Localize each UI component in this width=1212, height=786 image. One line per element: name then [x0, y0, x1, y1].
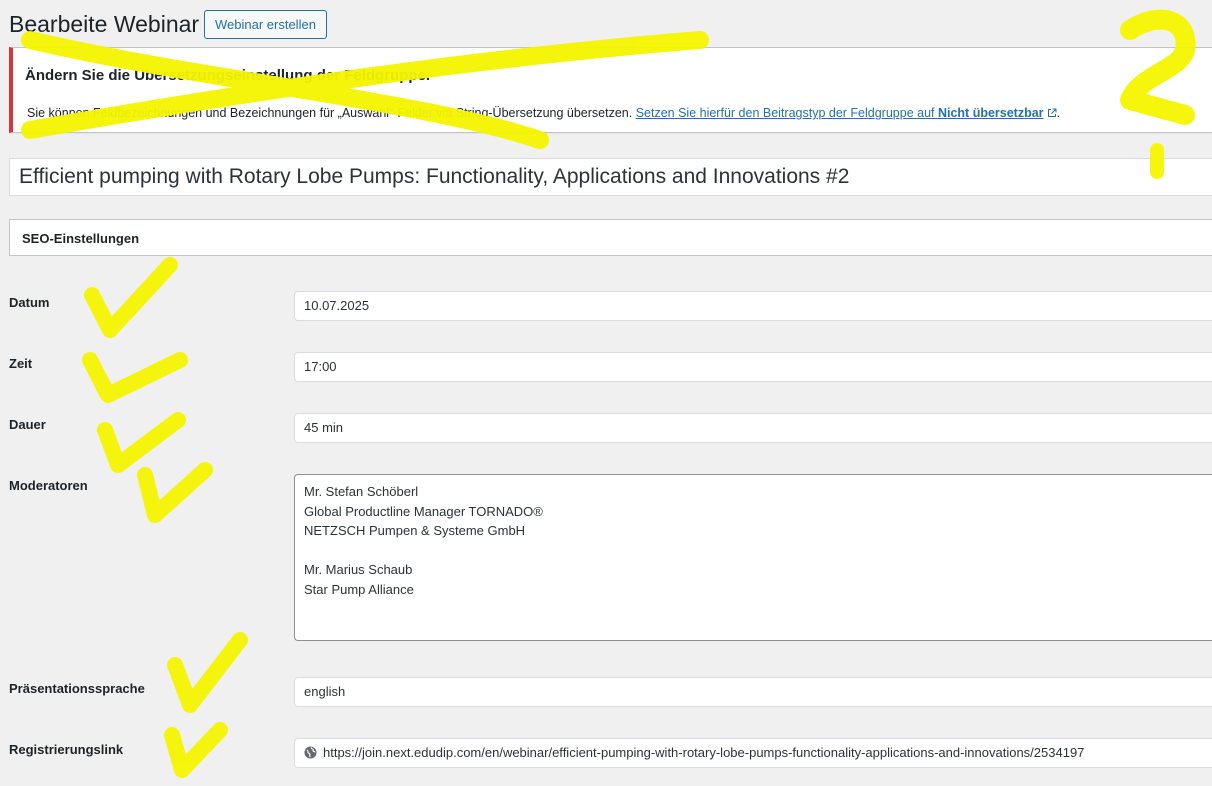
check-mark [137, 462, 213, 523]
notice-text: Sie können Feldbezeichnungen und Bezeich… [27, 106, 1060, 120]
registrierung-value: https://join.next.edudip.com/en/webinar/… [323, 745, 1085, 760]
dauer-label: Dauer [9, 417, 46, 432]
notice-link-bold: Nicht übersetzbar [937, 106, 1044, 120]
datum-input[interactable]: 10.07.2025 [294, 291, 1212, 321]
registrierung-input[interactable]: https://join.next.edudip.com/en/webinar/… [294, 738, 1212, 768]
zeit-label: Zeit [9, 356, 33, 371]
globe-icon [304, 746, 317, 759]
add-webinar-button[interactable]: Webinar erstellen [204, 10, 327, 39]
registrierung-label: Registrierungslink [9, 742, 124, 757]
moderator-line: Star Pump Alliance [304, 581, 414, 597]
notice-end: . [1056, 106, 1061, 120]
moderator-line: Global Productline Manager TORNADO® [304, 503, 543, 519]
notice-body: Sie können Feldbezeichnungen und Bezeich… [27, 106, 636, 120]
sprache-input[interactable]: english [294, 677, 1212, 707]
check-mark [82, 352, 188, 403]
check-mark [167, 632, 248, 713]
zeit-input[interactable]: 17:00 [294, 352, 1212, 382]
seo-settings-box[interactable]: SEO-Einstellungen [9, 219, 1212, 256]
translation-notice: Ändern Sie die Übersetzungseinstellung d… [9, 47, 1212, 133]
notice-link-text: Setzen Sie hierfür den Beitragstyp der F… [635, 106, 938, 120]
moderatoren-textarea[interactable]: Mr. Stefan Schöberl Global Productline M… [294, 474, 1212, 641]
moderator-line [304, 541, 1203, 561]
moderator-line: Mr. Marius Schaub [304, 562, 413, 577]
notice-title: Ändern Sie die Übersetzungseinstellung d… [25, 67, 431, 84]
check-mark [84, 257, 178, 338]
moderator-line: NETZSCH Pumpen & Systeme GmbH [304, 523, 526, 538]
post-title-input[interactable]: Efficient pumping with Rotary Lobe Pumps… [9, 158, 1212, 196]
page-title: Bearbeite Webinar [9, 11, 200, 37]
datum-label: Datum [9, 295, 50, 310]
check-mark [97, 412, 186, 473]
set-not-translatable-link[interactable]: Setzen Sie hierfür den Beitragstyp der F… [636, 106, 1057, 120]
moderatoren-label: Moderatoren [9, 478, 88, 493]
seo-settings-label: SEO-Einstellungen [22, 231, 140, 246]
check-mark [164, 722, 228, 778]
sprache-label: Präsentationssprache [9, 681, 145, 696]
dauer-input[interactable]: 45 min [294, 413, 1212, 443]
moderator-line: Mr. Stefan Schöberl [304, 484, 419, 499]
external-link-icon [1047, 108, 1057, 117]
